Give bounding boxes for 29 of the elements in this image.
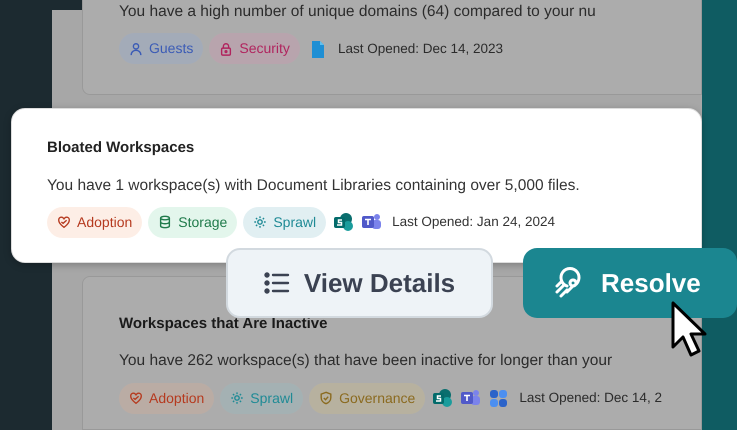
heart-icon	[129, 391, 143, 405]
category-tag: Guests	[119, 33, 204, 64]
category-tag: Sprawl	[243, 206, 326, 238]
card-description: You have 262 workspace(s) that have been inactive for longer than your	[119, 351, 614, 372]
category-tag: Adoption	[47, 206, 142, 238]
database-icon	[158, 215, 172, 230]
s-logo-icon	[332, 211, 354, 234]
list-icon	[264, 272, 290, 294]
last-opened-text: Last Opened: Dec 14, 2023	[338, 40, 504, 58]
last-opened-text: Last Opened: Dec 14, 2	[519, 388, 662, 407]
category-tag: Sprawl	[220, 382, 304, 414]
lock-icon	[219, 42, 234, 56]
shield-icon	[319, 391, 334, 405]
heart-icon	[57, 215, 71, 230]
resolve-button[interactable]: Resolve	[523, 248, 737, 318]
card-description: You have 1 workspace(s) with Document Libraries containing over 5,000 files.	[47, 176, 581, 196]
view-details-button[interactable]: View Details	[226, 248, 493, 318]
card-description: You have a high number of unique domains (64) compared to your nu	[119, 2, 597, 22]
category-tag: Adoption	[119, 382, 214, 414]
gear-icon	[253, 215, 268, 230]
category-tag: Security	[209, 33, 300, 64]
category-tag: Storage	[148, 206, 238, 238]
last-opened-text: Last Opened: Jan 24, 2024	[392, 213, 556, 232]
tiles-icon	[487, 387, 510, 409]
card-title: Bloated Workspaces	[47, 138, 196, 158]
gear-icon	[230, 391, 244, 405]
person-icon	[129, 42, 143, 56]
s-logo-icon	[431, 387, 454, 409]
category-tag: Governance	[309, 382, 426, 414]
